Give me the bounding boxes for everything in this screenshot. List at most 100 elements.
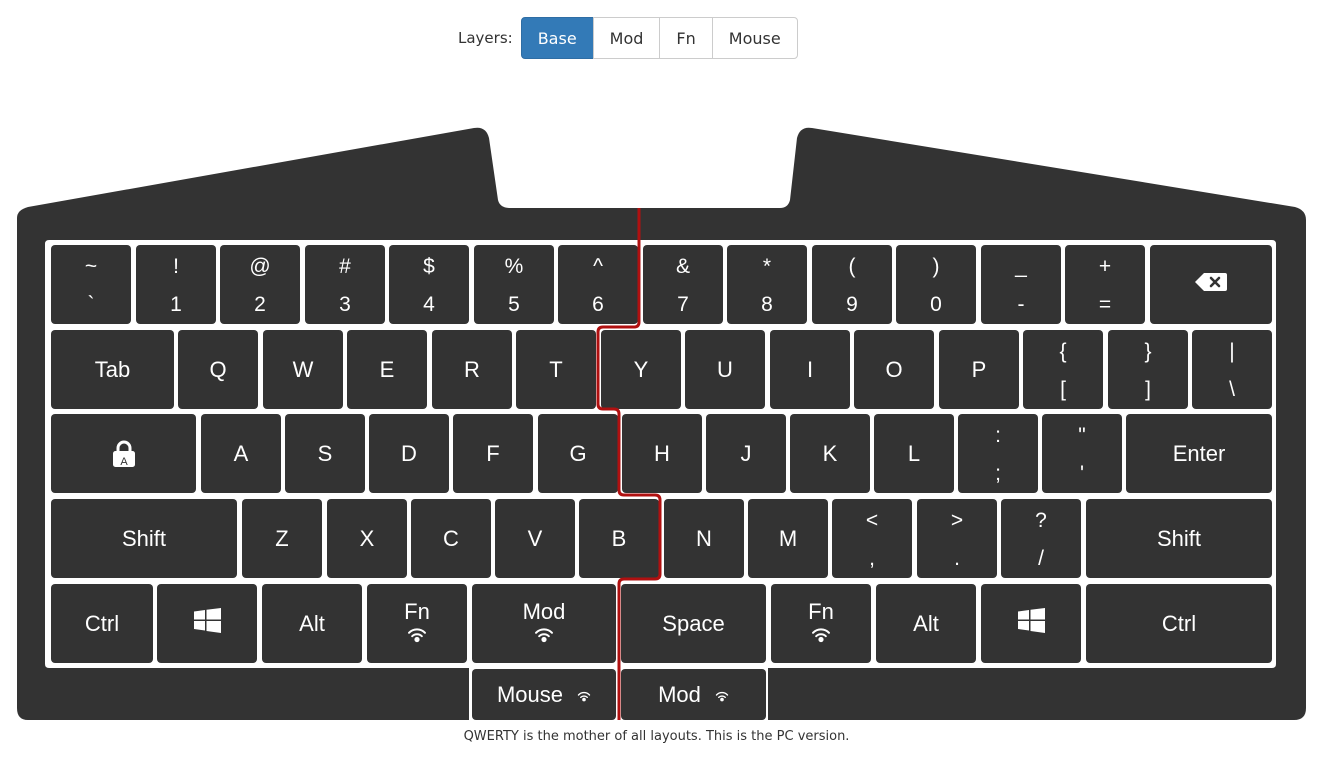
key-label: Fn bbox=[404, 598, 430, 624]
key-3-0-3[interactable]: #3 bbox=[305, 245, 385, 324]
key-legend: Mouse bbox=[497, 682, 591, 708]
key-5-0-5[interactable]: % 5 bbox=[474, 245, 554, 324]
key-z-3-1[interactable]: Z bbox=[242, 499, 322, 578]
key-primary-legend: 6 bbox=[592, 292, 604, 316]
key-w-1-2[interactable]: W bbox=[263, 330, 343, 409]
key-legend: * 8 bbox=[727, 245, 807, 324]
key-shift-legend: * bbox=[762, 254, 772, 278]
key-shift-legend: { bbox=[1059, 339, 1067, 363]
key-shift-legend: # bbox=[339, 254, 351, 278]
key-space-4-5[interactable]: Space bbox=[621, 584, 766, 663]
key-symbol-2-10[interactable]: :; bbox=[958, 414, 1038, 493]
key-label: F bbox=[486, 440, 500, 466]
key-h-2-6[interactable]: H bbox=[622, 414, 702, 493]
wireless-icon bbox=[811, 624, 831, 648]
key-u-1-7[interactable]: U bbox=[685, 330, 765, 409]
key-a-2-1[interactable]: A bbox=[201, 414, 281, 493]
key-9-0-9[interactable]: (9 bbox=[812, 245, 892, 324]
caps-lock-letter: A bbox=[120, 456, 128, 468]
key-label: H bbox=[654, 440, 670, 466]
key-g-2-5[interactable]: G bbox=[538, 414, 618, 493]
key-shift-3-0[interactable]: Shift bbox=[51, 499, 237, 578]
key-primary-legend: , bbox=[869, 546, 875, 570]
key-windows-4-1[interactable] bbox=[157, 584, 257, 663]
key-caps-lock[interactable]: A bbox=[51, 414, 196, 493]
key-c-3-3[interactable]: C bbox=[411, 499, 491, 578]
key-p-1-10[interactable]: P bbox=[939, 330, 1019, 409]
key-label: Mod bbox=[658, 681, 701, 707]
key-r-1-4[interactable]: R bbox=[432, 330, 512, 409]
key-legend: #3 bbox=[305, 245, 385, 324]
key-symbol-0-11[interactable]: _ - bbox=[981, 245, 1061, 324]
key-tab-1-0[interactable]: Tab bbox=[51, 330, 174, 409]
key-shift-legend: < bbox=[865, 508, 879, 532]
key-symbol-2-11[interactable]: " ' bbox=[1042, 414, 1122, 493]
key-label: T bbox=[549, 356, 563, 382]
key-7-0-7[interactable]: & 7 bbox=[643, 245, 723, 324]
key-label: Mouse bbox=[496, 681, 564, 707]
key-t-1-5[interactable]: T bbox=[516, 330, 596, 409]
key-m-3-7[interactable]: M bbox=[748, 499, 828, 578]
key-label: Ctrl bbox=[84, 610, 120, 636]
key-enter-2-12[interactable]: Enter bbox=[1126, 414, 1272, 493]
key-f-2-4[interactable]: F bbox=[453, 414, 533, 493]
key-backspace-0-13[interactable] bbox=[1150, 245, 1272, 324]
key-label: E bbox=[379, 356, 395, 382]
key-label: V bbox=[527, 525, 543, 551]
key-s-2-2[interactable]: S bbox=[285, 414, 365, 493]
key-b-3-5[interactable]: B bbox=[579, 499, 659, 578]
key-label: Shift bbox=[121, 525, 167, 551]
wireless-icon bbox=[577, 682, 591, 708]
key-i-1-8[interactable]: I bbox=[770, 330, 850, 409]
key-0-0-10[interactable]: ) 0 bbox=[896, 245, 976, 324]
key-label: U bbox=[717, 356, 733, 382]
key-windows-4-8[interactable] bbox=[981, 584, 1081, 663]
key-x-3-2[interactable]: X bbox=[327, 499, 407, 578]
key-ctrl-4-0[interactable]: Ctrl bbox=[51, 584, 153, 663]
key-primary-legend: . bbox=[954, 546, 960, 570]
key-label: Q bbox=[209, 356, 227, 382]
key-k-2-8[interactable]: K bbox=[790, 414, 870, 493]
key-symbol-0-0[interactable]: ~ ` bbox=[51, 245, 131, 324]
key-y-1-6[interactable]: Y bbox=[601, 330, 681, 409]
key-symbol-1-13[interactable]: | \ bbox=[1192, 330, 1272, 409]
key-o-1-9[interactable]: O bbox=[854, 330, 934, 409]
key-shift-legend: ) bbox=[932, 254, 940, 278]
key-shift-3-11[interactable]: Shift bbox=[1086, 499, 1272, 578]
key-j-2-7[interactable]: J bbox=[706, 414, 786, 493]
key-shift-legend: : bbox=[995, 423, 1001, 447]
key-mouse-5-0[interactable]: Mouse bbox=[472, 669, 616, 720]
key-1-0-1[interactable]: ! 1 bbox=[136, 245, 216, 324]
key-symbol-1-11[interactable]: {[ bbox=[1023, 330, 1103, 409]
key-mod-4-4[interactable]: Mod bbox=[472, 584, 616, 663]
key-legend: $4 bbox=[389, 245, 469, 324]
key-symbol-1-12[interactable]: }] bbox=[1108, 330, 1188, 409]
key-4-0-4[interactable]: $4 bbox=[389, 245, 469, 324]
key-6-0-6[interactable]: ^ 6 bbox=[558, 245, 638, 324]
key-legend: % 5 bbox=[474, 245, 554, 324]
key-ctrl-4-9[interactable]: Ctrl bbox=[1086, 584, 1272, 663]
key-q-1-1[interactable]: Q bbox=[178, 330, 258, 409]
key-symbol-3-10[interactable]: ? / bbox=[1001, 499, 1081, 578]
layout-caption: QWERTY is the mother of all layouts. Thi… bbox=[463, 729, 850, 744]
key-fn-4-6[interactable]: Fn bbox=[771, 584, 871, 663]
key-n-3-6[interactable]: N bbox=[664, 499, 744, 578]
key-e-1-3[interactable]: E bbox=[347, 330, 427, 409]
key-alt-4-2[interactable]: Alt bbox=[262, 584, 362, 663]
key-fn-4-3[interactable]: Fn bbox=[367, 584, 467, 663]
key-primary-legend: 3 bbox=[339, 292, 351, 316]
backspace-icon bbox=[1194, 272, 1228, 298]
key-alt-4-7[interactable]: Alt bbox=[876, 584, 976, 663]
key-d-2-3[interactable]: D bbox=[369, 414, 449, 493]
key-symbol-3-9[interactable]: >. bbox=[917, 499, 997, 578]
key-v-3-4[interactable]: V bbox=[495, 499, 575, 578]
key-2-0-2[interactable]: @2 bbox=[220, 245, 300, 324]
key-label: K bbox=[822, 440, 838, 466]
key-mod-5-1[interactable]: Mod bbox=[621, 669, 766, 720]
key-shift-legend: ! bbox=[173, 254, 179, 278]
key-symbol-3-8[interactable]: <, bbox=[832, 499, 912, 578]
wireless-icon bbox=[534, 624, 554, 648]
key-symbol-0-12[interactable]: + = bbox=[1065, 245, 1145, 324]
key-l-2-9[interactable]: L bbox=[874, 414, 954, 493]
key-8-0-8[interactable]: * 8 bbox=[727, 245, 807, 324]
